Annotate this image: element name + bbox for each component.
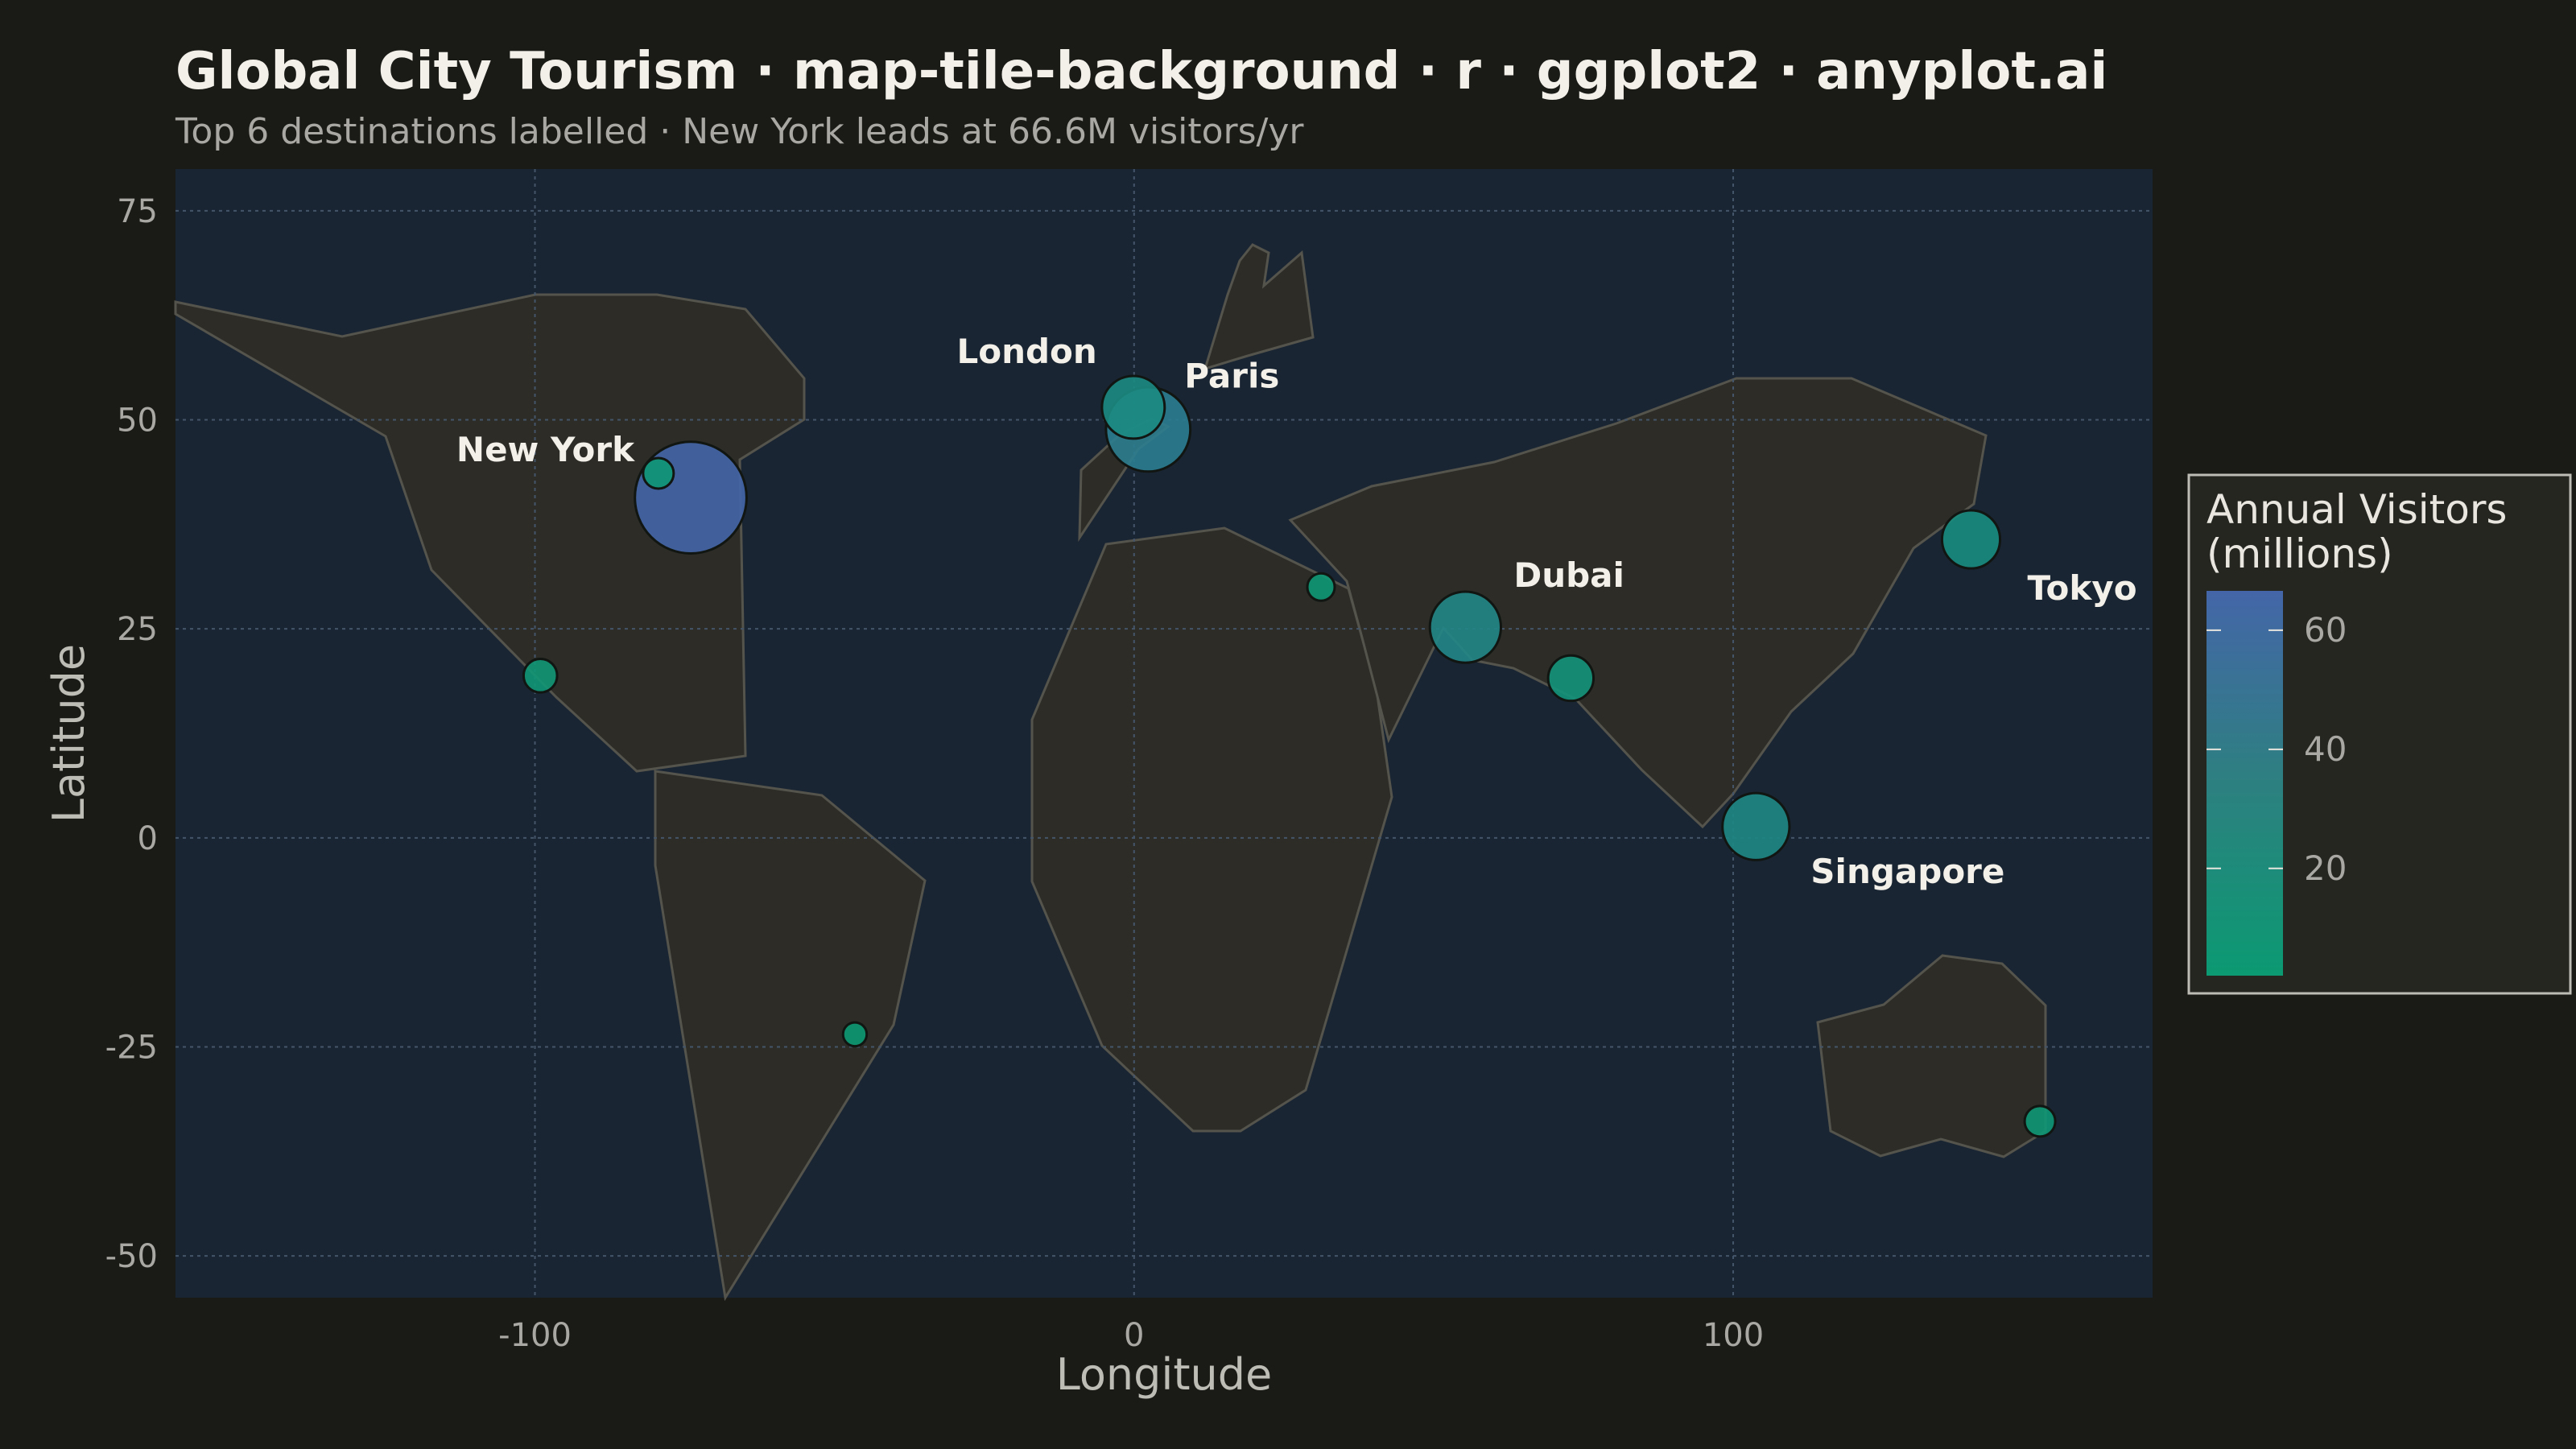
y-tick-label: -50 bbox=[105, 1238, 158, 1275]
city-point-tokyo bbox=[1940, 509, 2002, 570]
legend-tick-label: 20 bbox=[2304, 848, 2347, 888]
city-label-new-york: New York bbox=[456, 430, 635, 469]
chart-subtitle: Top 6 destinations labelled · New York l… bbox=[175, 111, 1304, 152]
y-tick-label: 50 bbox=[117, 402, 158, 440]
city-point-city bbox=[642, 456, 675, 490]
y-axis-ticks: 75 50 25 0 -25 -50 bbox=[105, 193, 158, 1275]
city-label-london: London bbox=[956, 332, 1096, 371]
legend-title-line-2: (millions) bbox=[2207, 530, 2393, 577]
city-point-city bbox=[1306, 572, 1336, 602]
y-tick-label: -25 bbox=[105, 1029, 158, 1066]
y-tick-label: 25 bbox=[117, 611, 158, 648]
city-point-city bbox=[1546, 654, 1596, 703]
chart-title: Global City Tourism · map-tile-backgroun… bbox=[175, 42, 2107, 101]
legend-colorbar bbox=[2207, 591, 2283, 976]
map-panel: New York Paris London Dubai Singapore Tokyo bbox=[174, 169, 2153, 1302]
city-point-london bbox=[1100, 374, 1166, 440]
city-label-singapore: Singapore bbox=[1810, 852, 2004, 891]
legend-tick-label: 60 bbox=[2304, 610, 2347, 650]
legend: Annual Visitors (millions) 60 40 20 bbox=[2187, 473, 2572, 995]
x-tick-label: -100 bbox=[498, 1317, 572, 1354]
chart-root: Global City Tourism · map-tile-backgroun… bbox=[43, 42, 2572, 1400]
x-axis-title: Longitude bbox=[1056, 1349, 1273, 1400]
city-point-dubai bbox=[1428, 590, 1503, 664]
y-axis-title: Latitude bbox=[43, 644, 94, 823]
city-point-city bbox=[522, 658, 559, 694]
city-label-dubai: Dubai bbox=[1513, 555, 1624, 595]
y-tick-label: 75 bbox=[117, 193, 158, 230]
x-tick-label: 100 bbox=[1703, 1317, 1764, 1354]
city-point-city bbox=[841, 1021, 869, 1048]
city-point-singapore bbox=[1721, 791, 1791, 861]
city-label-paris: Paris bbox=[1184, 356, 1279, 395]
city-label-tokyo: Tokyo bbox=[2027, 568, 2136, 608]
legend-title-line-1: Annual Visitors bbox=[2207, 486, 2507, 533]
y-tick-label: 0 bbox=[138, 820, 158, 857]
city-point-city bbox=[2023, 1104, 2057, 1138]
legend-tick-label: 40 bbox=[2304, 729, 2347, 769]
